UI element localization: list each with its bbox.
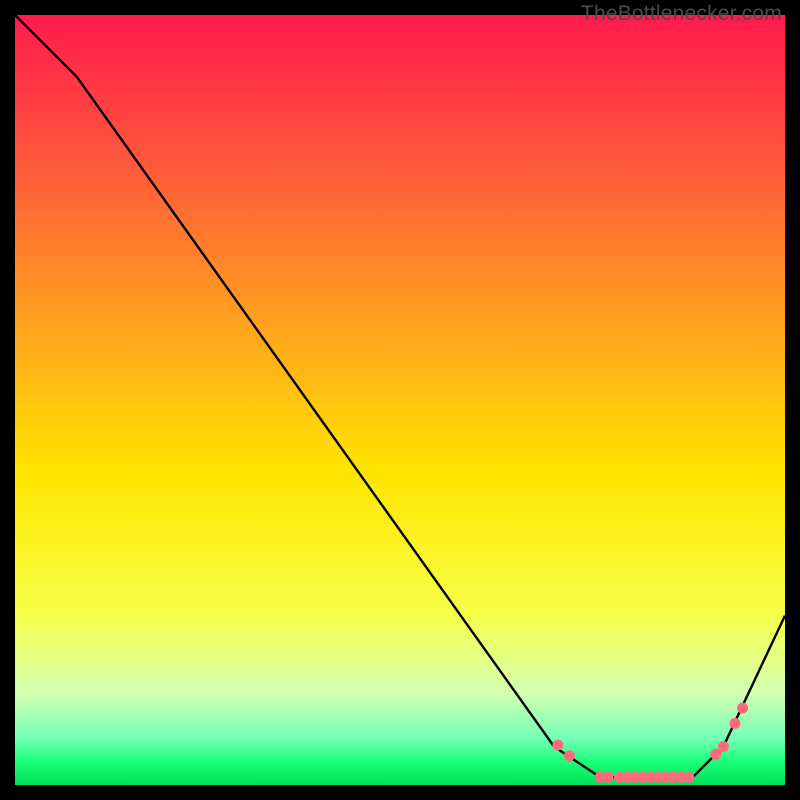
marker-point [718,741,729,752]
marker-point [683,772,694,783]
marker-point [737,703,748,714]
marker-point [730,718,741,729]
marker-point [602,772,613,783]
chart-frame [15,15,785,785]
attribution-text: TheBottlenecker.com [581,2,782,26]
marker-point [564,750,575,761]
chart-plot [15,15,785,785]
gradient-background [15,15,785,785]
marker-point [552,740,563,751]
